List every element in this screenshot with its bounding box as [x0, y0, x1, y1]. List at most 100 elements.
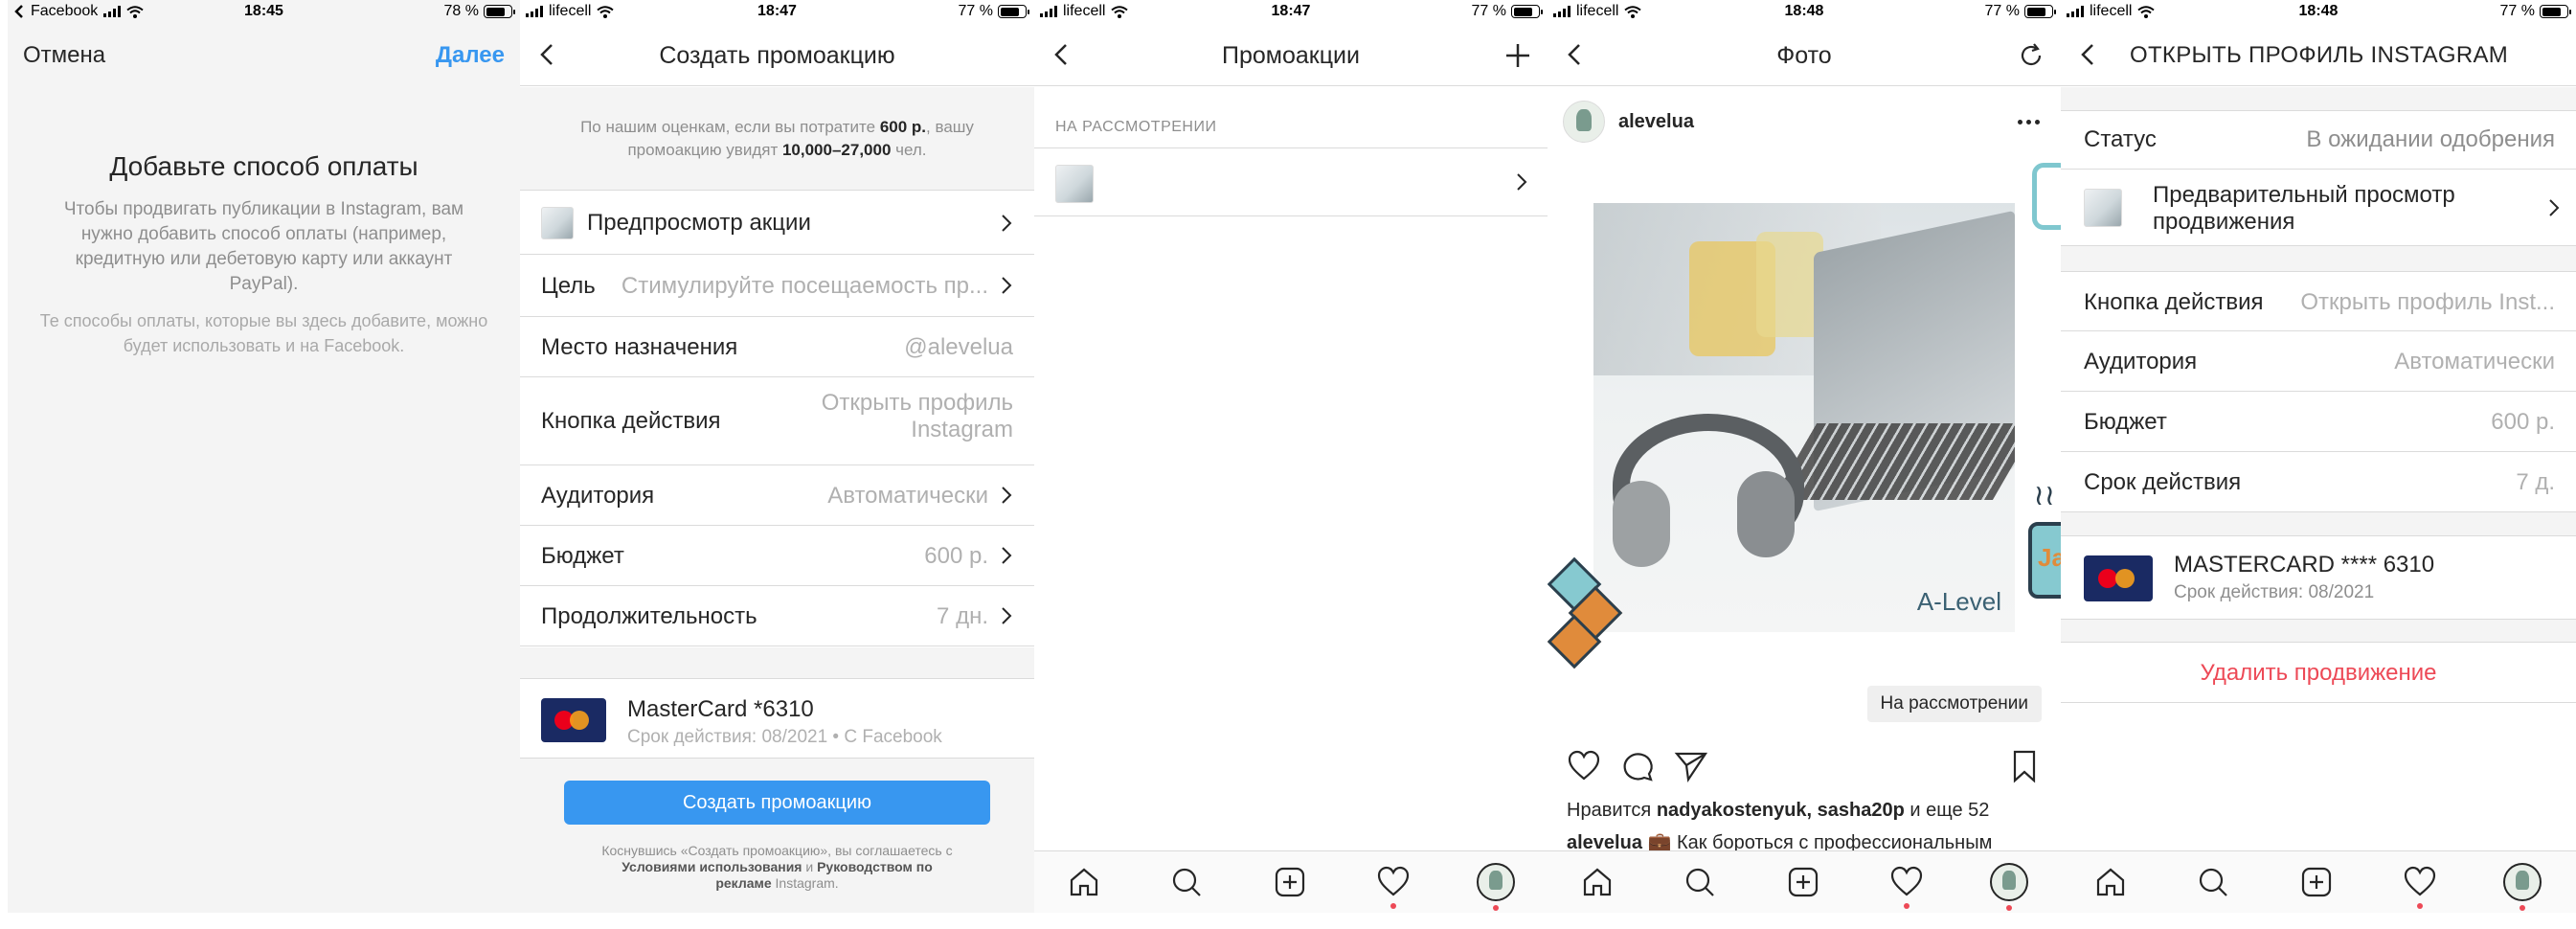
- row-audience: Аудитория Автоматически: [2061, 331, 2576, 392]
- add-icon: [2301, 867, 2332, 897]
- post-thumbnail: [2084, 189, 2122, 227]
- nav-bar: Фото: [1548, 25, 2061, 86]
- row-action-button[interactable]: Кнопка действия Открыть профиль Instagra…: [520, 377, 1034, 465]
- row-audience[interactable]: Аудитория Автоматически: [520, 465, 1034, 526]
- share-icon[interactable]: [1674, 749, 1708, 783]
- notification-dot: [2006, 905, 2012, 911]
- plus-icon[interactable]: [1503, 41, 1532, 70]
- back-arrow-icon[interactable]: [2074, 40, 2103, 69]
- profile-avatar[interactable]: [1477, 863, 1515, 901]
- row-preview[interactable]: Предварительный просмотр продвижения: [2061, 170, 2576, 246]
- battery-icon: [484, 5, 515, 18]
- tab-add[interactable]: [2299, 865, 2334, 899]
- tab-home[interactable]: [2093, 865, 2128, 899]
- note-text: Те способы оплаты, которые вы здесь доба…: [39, 311, 488, 355]
- row-budget: Бюджет 600 р.: [2061, 392, 2576, 452]
- battery-icon: [2540, 5, 2571, 18]
- row-value-line1: Открыть профиль: [821, 390, 1013, 416]
- user-avatar[interactable]: [1563, 101, 1605, 143]
- tab-search[interactable]: [1169, 865, 1204, 899]
- row-label: Кнопка действия: [2084, 289, 2264, 315]
- decorative-cup: Jav: [2028, 522, 2061, 599]
- tab-home[interactable]: [1067, 865, 1101, 899]
- search-icon: [2199, 868, 2227, 896]
- payment-card-row[interactable]: MasterCard *6310 Срок действия: 08/2021 …: [520, 678, 1034, 759]
- post-username[interactable]: alevelua: [1618, 111, 1694, 133]
- screen-add-payment: Facebook 18:45 78 % Отмена Далее Добавьт…: [8, 0, 520, 913]
- tab-bar: [2061, 850, 2576, 913]
- chevron-right-icon: [1002, 215, 1012, 232]
- post-photo[interactable]: A-Level: [1593, 203, 2015, 632]
- terms-part: Коснувшись «Создать промоакцию», вы согл…: [601, 843, 953, 858]
- tab-search[interactable]: [2196, 865, 2230, 899]
- row-label: Бюджет: [541, 543, 624, 569]
- chevron-right-icon: [1002, 607, 1012, 624]
- status-badge: На рассмотрении: [1866, 686, 2042, 722]
- tab-bar: [1034, 850, 1548, 913]
- likes-text: Нравится nadyakostenyuk, sasha20p и еще …: [1567, 800, 2051, 822]
- photo-brand-logo: A-Level: [1916, 587, 2001, 616]
- likes-users[interactable]: nadyakostenyuk, sasha20p: [1657, 800, 1905, 821]
- profile-avatar[interactable]: [2503, 863, 2542, 901]
- battery-icon: [1511, 5, 1543, 18]
- more-options-icon[interactable]: [2018, 120, 2040, 125]
- row-value: Стимулируйте посещаемость пр...: [621, 273, 988, 299]
- row-value: Автоматически: [2394, 349, 2555, 374]
- status-bar: lifecell 18:47 77 %: [520, 0, 1034, 23]
- delete-promotion-button[interactable]: Удалить продвижение: [2061, 642, 2576, 703]
- section-label: НА РАССМОТРЕНИИ: [1055, 119, 1217, 135]
- row-preview[interactable]: Предпросмотр акции: [520, 192, 1034, 255]
- nav-bar: Отмена Далее: [8, 25, 520, 86]
- next-button[interactable]: Далее: [436, 42, 505, 69]
- profile-avatar[interactable]: [1990, 863, 2028, 901]
- card-sub: Срок действия: 08/2021: [2174, 582, 2375, 602]
- card-name: MASTERCARD **** 6310: [2174, 552, 2435, 578]
- row-destination[interactable]: Место назначения @alevelua: [520, 317, 1034, 377]
- comment-icon[interactable]: [1620, 749, 1655, 783]
- battery-icon: [998, 5, 1029, 18]
- row-goal[interactable]: Цель Стимулируйте посещаемость пр...: [520, 255, 1034, 317]
- tab-add[interactable]: [1786, 865, 1820, 899]
- tab-activity[interactable]: [1889, 865, 1924, 899]
- mastercard-icon: [2084, 555, 2153, 601]
- row-budget[interactable]: Бюджет 600 р.: [520, 526, 1034, 586]
- terms-part: и: [802, 859, 818, 874]
- section-gap: [2061, 87, 2576, 110]
- row-label: Срок действия: [2084, 469, 2242, 495]
- row-status: Статус В ожидании одобрения: [2061, 110, 2576, 170]
- search-icon: [1172, 868, 1201, 896]
- row-duration[interactable]: Продолжительность 7 дн.: [520, 586, 1034, 646]
- screen-photo: lifecell 18:48 77 % Фото alevelua A-Leve…: [1548, 0, 2061, 913]
- home-icon: [2096, 868, 2125, 896]
- tab-activity[interactable]: [2403, 865, 2437, 899]
- estimate-suffix: чел.: [891, 141, 927, 159]
- tab-activity[interactable]: [1376, 865, 1411, 899]
- estimate-reach: 10,000–27,000: [781, 141, 892, 159]
- post-thumbnail: [541, 207, 574, 239]
- terms-link[interactable]: Условиями использования: [621, 859, 802, 874]
- row-value: 7 д.: [2516, 469, 2555, 495]
- post-thumbnail: [1055, 165, 1094, 203]
- row-label: Место назначения: [541, 334, 738, 360]
- heart-icon[interactable]: [1567, 749, 1601, 783]
- bookmark-icon[interactable]: [2007, 749, 2042, 783]
- refresh-icon[interactable]: [2017, 41, 2045, 70]
- tab-add[interactable]: [1273, 865, 1307, 899]
- row-label: Аудитория: [2084, 349, 2198, 374]
- screen-create-promotion: lifecell 18:47 77 % Создать промоакцию П…: [520, 0, 1034, 913]
- mastercard-icon: [541, 698, 606, 742]
- screen-promotion-details: lifecell 18:48 77 % ОТКРЫТЬ ПРОФИЛЬ INST…: [2061, 0, 2576, 913]
- create-promotion-button[interactable]: Создать промоакцию: [564, 781, 990, 825]
- tab-bar: [1548, 850, 2061, 913]
- clock: 18:48: [2298, 3, 2339, 19]
- tab-search[interactable]: [1683, 865, 1717, 899]
- notification-dot: [1390, 903, 1396, 909]
- heart-icon: [1377, 866, 1410, 896]
- post-header: alevelua: [1548, 87, 2061, 160]
- decorative-shape: [2032, 163, 2061, 230]
- likes-prefix: Нравится: [1567, 800, 1657, 821]
- promotion-item[interactable]: [1034, 147, 1548, 216]
- post-actions: [1567, 749, 2042, 787]
- cancel-button[interactable]: Отмена: [23, 42, 105, 69]
- tab-home[interactable]: [1580, 865, 1615, 899]
